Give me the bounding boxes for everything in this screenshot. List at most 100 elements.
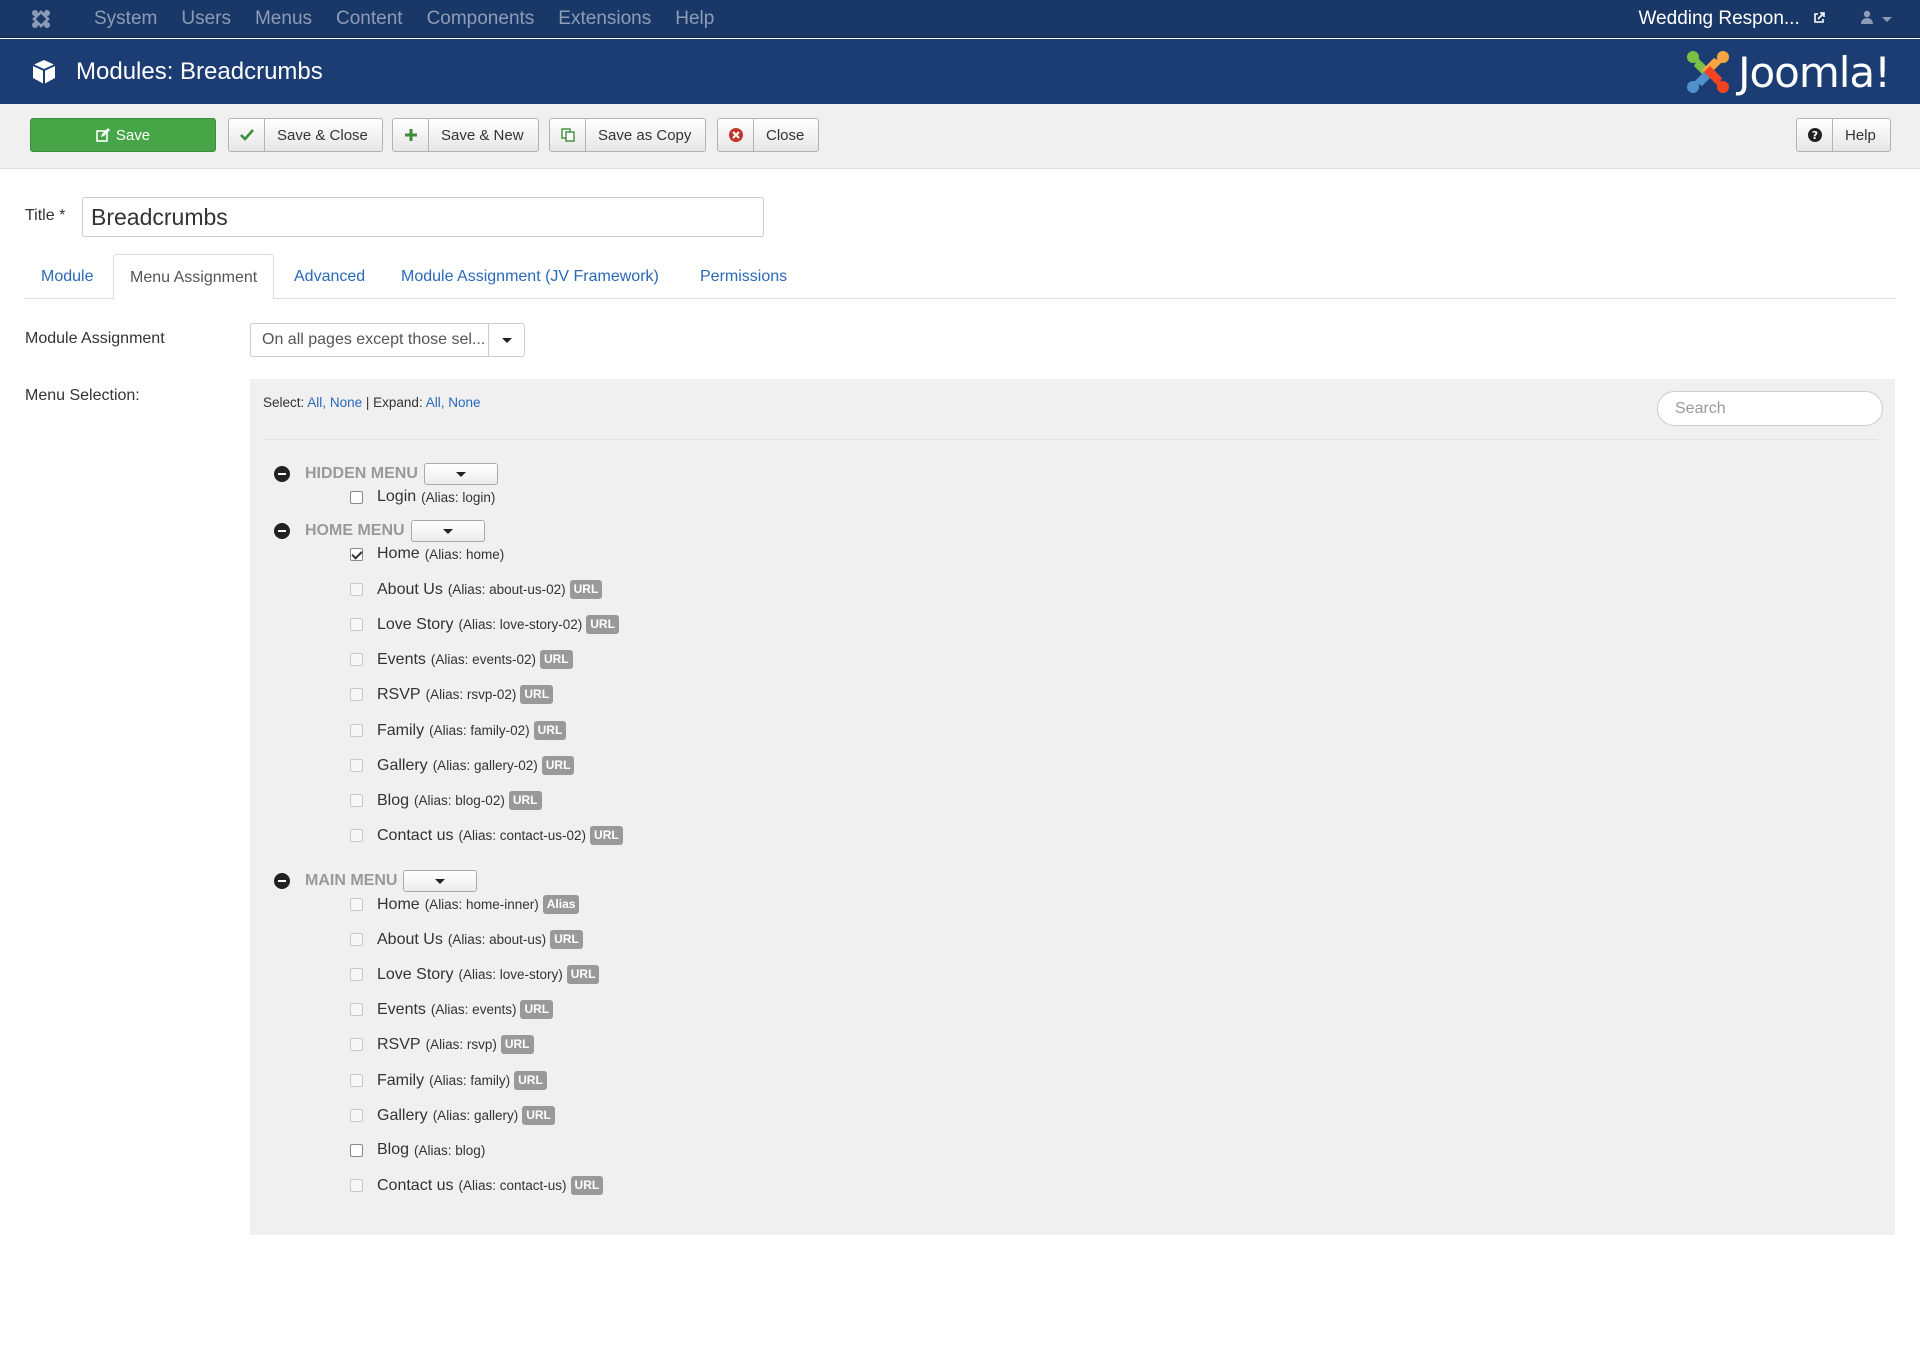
menu-item-alias: (Alias: blog) [414, 1142, 486, 1158]
save-new-button[interactable]: Save & New [392, 118, 539, 152]
tab-advanced[interactable]: Advanced [278, 254, 381, 300]
menu-item-alias: (Alias: home-inner) [424, 897, 539, 912]
nav-extensions[interactable]: Extensions [546, 0, 663, 38]
menu-item-checkbox[interactable] [350, 1038, 363, 1051]
expand-none-link[interactable]: None [448, 395, 480, 410]
menu-item: Family (Alias: family-02) URL [350, 721, 567, 740]
page-title: Modules: Breadcrumbs [76, 57, 323, 85]
save-label: Save [115, 126, 151, 144]
close-button[interactable]: Close [717, 118, 820, 152]
menu-item-type-badge: URL [520, 685, 554, 704]
tab-module[interactable]: Module [25, 254, 109, 300]
user-menu[interactable] [1846, 0, 1906, 38]
menu-item-checkbox[interactable] [350, 547, 363, 561]
question-icon: ? [1797, 119, 1833, 151]
menu-item-type-badge: URL [508, 791, 542, 810]
menu-item-alias: (Alias: love-story-02) [458, 617, 583, 632]
tab-permissions[interactable]: Permissions [684, 254, 803, 300]
chevron-down-icon [442, 528, 453, 534]
menu-item-name: Home [377, 895, 420, 913]
menu-item-alias: (Alias: about-us) [447, 932, 547, 947]
menu-item-checkbox[interactable] [350, 794, 363, 807]
menu-group-dropdown[interactable] [423, 463, 498, 485]
nav-menus[interactable]: Menus [243, 0, 324, 38]
module-assignment-label: Module Assignment [25, 330, 165, 347]
menu-item-checkbox[interactable] [350, 1179, 363, 1192]
menu-item-checkbox[interactable] [350, 1143, 363, 1157]
menu-item-name: Login [377, 488, 417, 505]
chevron-down-icon [1882, 16, 1892, 22]
menu-item-checkbox[interactable] [350, 933, 363, 946]
site-preview-link[interactable]: Wedding Respon... [1638, 0, 1825, 39]
search-input[interactable]: Search [1657, 391, 1883, 426]
page-header: Modules: Breadcrumbs Joomla! [0, 39, 1920, 104]
menu-item-checkbox[interactable] [350, 968, 363, 981]
menu-item-name: Family [377, 1071, 425, 1089]
menu-item-checkbox[interactable] [350, 759, 363, 772]
nav-components[interactable]: Components [415, 0, 547, 38]
expand-all-link[interactable]: All, [426, 395, 445, 410]
save-new-label: Save & New [441, 126, 524, 144]
collapse-icon[interactable] [274, 466, 290, 482]
nav-system[interactable]: System [82, 0, 169, 38]
selection-controls: Select: All, None | Expand: All, None [263, 395, 481, 410]
menu-item-checkbox[interactable] [350, 583, 363, 596]
menu-group-name: MAIN MENU [305, 872, 398, 889]
site-name: Wedding Respon... [1638, 8, 1800, 29]
menu-item-checkbox[interactable] [350, 898, 363, 911]
save-close-button[interactable]: Save & Close [228, 118, 383, 152]
title-input[interactable]: Breadcrumbs [82, 197, 764, 237]
menu-group-dropdown[interactable] [403, 870, 478, 892]
module-assignment-select[interactable]: On all pages except those sel... [250, 323, 525, 357]
menu-item-checkbox[interactable] [350, 724, 363, 737]
menu-item: Home (Alias: home) [350, 545, 504, 563]
menu-item-checkbox[interactable] [350, 618, 363, 631]
nav-content[interactable]: Content [324, 0, 415, 38]
copy-icon [550, 119, 586, 151]
menu-item-checkbox[interactable] [350, 490, 363, 504]
menu-item: Family (Alias: family) URL [350, 1071, 547, 1090]
check-icon [229, 119, 265, 151]
tab-menu-assignment[interactable]: Menu Assignment [113, 254, 275, 300]
expand-label: Expand: [373, 395, 423, 410]
external-link-icon [1813, 1, 1825, 39]
menu-item-checkbox[interactable] [350, 688, 363, 701]
cube-icon [30, 58, 58, 86]
nav-help[interactable]: Help [663, 0, 726, 38]
save-button[interactable]: Save [30, 118, 216, 152]
joomla-logo-icon[interactable] [0, 0, 82, 38]
nav-users[interactable]: Users [169, 0, 243, 38]
menu-item-type-badge: URL [500, 1035, 534, 1054]
menu-item-checkbox[interactable] [350, 1074, 363, 1087]
menu-item-name: Events [377, 1000, 426, 1018]
menu-group-dropdown[interactable] [410, 520, 485, 542]
save-copy-button[interactable]: Save as Copy [549, 118, 707, 152]
menu-item: Events (Alias: events) URL [350, 1000, 554, 1019]
select-all-link[interactable]: All, [307, 395, 326, 410]
select-none-link[interactable]: None [330, 395, 362, 410]
collapse-icon[interactable] [274, 873, 290, 889]
menu-item-type-badge: URL [590, 826, 623, 845]
tab-bar: Module Menu Assignment Advanced Module A… [25, 254, 1895, 300]
menu-item-type-badge: URL [539, 650, 573, 669]
help-button[interactable]: ? Help [1796, 118, 1891, 152]
menu-item-checkbox[interactable] [350, 1109, 363, 1122]
menu-item-alias: (Alias: rsvp-02) [425, 687, 517, 702]
menu-item: Events (Alias: events-02) URL [350, 650, 573, 669]
menu-item-type-badge: URL [520, 1000, 554, 1019]
separator: | [365, 395, 370, 410]
chevron-down-icon [488, 324, 524, 356]
menu-item-alias: (Alias: about-us-02) [447, 582, 566, 597]
menu-item: Login (Alias: login) [350, 488, 495, 506]
menu-item-checkbox[interactable] [350, 653, 363, 666]
menu-item-checkbox[interactable] [350, 829, 363, 842]
menu-item-alias: (Alias: events) [430, 1002, 517, 1017]
tab-module-assignment-jv[interactable]: Module Assignment (JV Framework) [385, 254, 675, 300]
menu-item-name: Gallery [377, 1106, 428, 1124]
menu-item-checkbox[interactable] [350, 1003, 363, 1016]
menu-item-type-badge: URL [514, 1071, 547, 1090]
collapse-icon[interactable] [274, 523, 290, 539]
menu-item-alias: (Alias: contact-us-02) [458, 828, 587, 843]
menu-item-name: Love Story [377, 965, 454, 983]
joomla-brand-icon [1687, 51, 1730, 93]
